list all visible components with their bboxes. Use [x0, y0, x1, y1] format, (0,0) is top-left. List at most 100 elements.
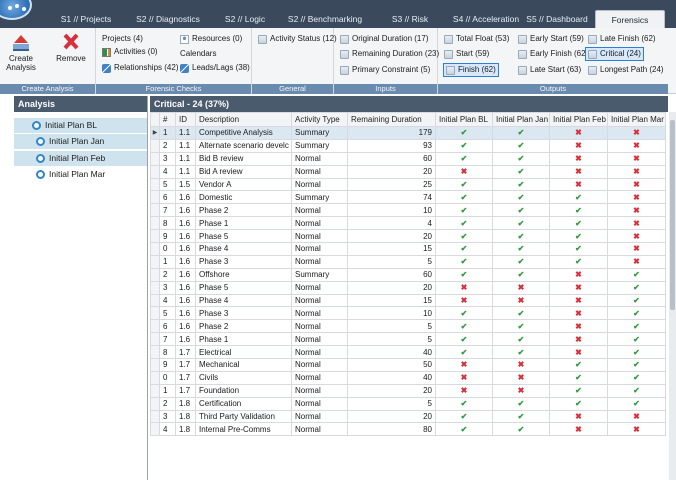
row-selector[interactable]: [150, 383, 160, 398]
row-selector[interactable]: [150, 396, 160, 411]
check-calendars[interactable]: Calendars: [180, 48, 216, 60]
tab-s2-benchmarking[interactable]: S2 // Benchmarking: [280, 10, 370, 28]
col-header-initial-plan-jan[interactable]: Initial Plan Jan: [492, 112, 550, 127]
table-row[interactable]: 3 1.1 Bid B review Normal 60 ✔ ✔ ✖ ✖: [150, 151, 666, 166]
table-row[interactable]: 3 1.8 Third Party Validation Normal 20 ✔ ✔ ✖ ✖: [150, 409, 666, 424]
check-longest-path[interactable]: Longest Path (24): [588, 64, 664, 76]
table-row[interactable]: 1 1.7 Foundation Normal 20 ✖ ✖ ✔ ✔: [150, 383, 666, 398]
col-header-description[interactable]: Description: [195, 112, 292, 127]
tab-s5-dashboard[interactable]: S5 // Dashboard: [524, 10, 590, 28]
col-header-remaining-duration[interactable]: Remaining Duration: [347, 112, 436, 127]
cell-remaining-duration: 5: [347, 332, 436, 347]
check-early-start[interactable]: Early Start (59): [518, 33, 584, 45]
analysis-item-initial-plan-feb[interactable]: Initial Plan Feb: [14, 151, 147, 166]
table-row[interactable]: 4 1.6 Phase 4 Normal 15 ✖ ✖ ✖ ✔: [150, 293, 666, 308]
check-critical[interactable]: Critical (24): [585, 47, 644, 61]
row-selector[interactable]: [150, 409, 160, 424]
row-selector[interactable]: [150, 293, 160, 308]
check-late-finish[interactable]: Late Finish (62): [588, 33, 656, 45]
cell-initial-plan-feb: ✖: [549, 409, 608, 424]
col-header-initial-plan-bl[interactable]: Initial Plan BL: [435, 112, 493, 127]
table-row[interactable]: 8 1.7 Electrical Normal 40 ✔ ✔ ✖ ✔: [150, 345, 666, 360]
check-total-float[interactable]: Total Float (53): [444, 33, 509, 45]
row-selector[interactable]: [150, 306, 160, 321]
col-header-number[interactable]: #: [159, 112, 176, 127]
table-row[interactable]: 9 1.6 Phase 5 Normal 20 ✔ ✔ ✔ ✖: [150, 229, 666, 244]
table-row[interactable]: 5 1.6 Phase 3 Normal 10 ✔ ✔ ✖ ✔: [150, 306, 666, 321]
check-original-duration[interactable]: Original Duration (17): [340, 33, 428, 45]
tab-s4-acceleration[interactable]: S4 // Acceleration: [444, 10, 528, 28]
check-activities[interactable]: Activities (0): [102, 46, 158, 58]
cell-activity-type: Normal: [291, 319, 348, 334]
row-selector[interactable]: [150, 242, 160, 256]
table-row[interactable]: 2 1.8 Certification Normal 5 ✔ ✔ ✔ ✔: [150, 396, 666, 411]
table-row[interactable]: 0 1.6 Phase 4 Normal 15 ✔ ✔ ✔ ✖: [150, 242, 666, 256]
row-selector[interactable]: [150, 267, 160, 282]
row-selector[interactable]: [150, 190, 160, 205]
row-selector[interactable]: [150, 177, 160, 192]
scrollbar-thumb[interactable]: [670, 120, 675, 310]
cell-activity-type: Normal: [291, 164, 348, 179]
table-row[interactable]: 5 1.5 Vendor A Normal 25 ✔ ✔ ✖ ✖: [150, 177, 666, 192]
check-finish[interactable]: Finish (62): [443, 63, 499, 77]
row-selector[interactable]: [150, 345, 160, 360]
tab-s2-logic[interactable]: S2 // Logic: [214, 10, 276, 28]
table-row[interactable]: 1 1.6 Phase 3 Normal 5 ✔ ✔ ✔ ✖: [150, 254, 666, 269]
row-selector[interactable]: [150, 164, 160, 179]
table-row[interactable]: 6 1.6 Phase 2 Normal 5 ✔ ✔ ✖ ✔: [150, 319, 666, 334]
check-start[interactable]: Start (59): [444, 48, 489, 60]
row-selector[interactable]: [150, 319, 160, 334]
row-selector[interactable]: ▶: [150, 126, 160, 140]
analysis-item-initial-plan-jan[interactable]: Initial Plan Jan: [14, 134, 147, 149]
table-row[interactable]: 7 1.6 Phase 2 Normal 10 ✔ ✔ ✔ ✖: [150, 203, 666, 218]
check-resources[interactable]: Resources (0): [180, 33, 242, 45]
row-selector[interactable]: [150, 422, 160, 437]
analysis-item-initial-plan-bl[interactable]: Initial Plan BL: [14, 118, 147, 133]
table-row[interactable]: 2 1.6 Offshore Summary 60 ✔ ✔ ✖ ✔: [150, 267, 666, 282]
table-row[interactable]: 3 1.6 Phase 5 Normal 20 ✖ ✖ ✖ ✔: [150, 280, 666, 295]
row-selector[interactable]: [150, 280, 160, 295]
row-selector[interactable]: [150, 216, 160, 231]
check-leads-lags[interactable]: Leads/Lags (38): [180, 62, 250, 74]
create-analysis-button[interactable]: Create Analysis: [4, 32, 38, 78]
cell-remaining-duration: 74: [347, 190, 436, 205]
cell-id: 1.6: [175, 267, 196, 282]
check-projects[interactable]: Projects (4): [102, 33, 143, 45]
col-header-initial-plan-mar[interactable]: Initial Plan Mar: [607, 112, 666, 127]
check-late-start[interactable]: Late Start (63): [518, 64, 581, 76]
row-selector[interactable]: [150, 229, 160, 244]
table-row[interactable]: 4 1.8 Internal Pre-Comms Normal 80 ✔ ✔ ✖ ✖: [150, 422, 666, 437]
table-row[interactable]: 7 1.6 Phase 1 Normal 5 ✔ ✔ ✖ ✔: [150, 332, 666, 347]
table-row[interactable]: 9 1.7 Mechanical Normal 50 ✖ ✖ ✔ ✔: [150, 358, 666, 372]
row-selector[interactable]: [150, 203, 160, 218]
grid-vertical-scrollbar[interactable]: [669, 112, 676, 480]
check-remaining-duration[interactable]: Remaining Duration (23): [340, 48, 439, 60]
cross-icon: ✖: [575, 283, 582, 293]
row-selector[interactable]: [150, 332, 160, 347]
check-early-finish[interactable]: Early Finish (62): [518, 48, 588, 60]
table-row[interactable]: 2 1.1 Alternate scenario develc Summary 93 ✔ ✔…: [150, 138, 666, 153]
tab-s1-projects[interactable]: S1 // Projects: [50, 10, 122, 28]
table-row[interactable]: 4 1.1 Bid A review Normal 20 ✖ ✔ ✖ ✖: [150, 164, 666, 179]
row-selector[interactable]: [150, 151, 160, 166]
table-row[interactable]: 6 1.6 Domestic Summary 74 ✔ ✔ ✔ ✖: [150, 190, 666, 205]
app-menu-orb[interactable]: [0, 0, 32, 20]
check-primary-constraint[interactable]: Primary Constraint (5): [340, 64, 430, 76]
row-selector[interactable]: [150, 254, 160, 269]
tab-forensics[interactable]: Forensics: [595, 10, 665, 28]
row-selector[interactable]: [150, 370, 160, 385]
tab-s2-diagnostics[interactable]: S2 // Diagnostics: [128, 10, 208, 28]
row-selector[interactable]: [150, 358, 160, 372]
table-row[interactable]: ▶ 1 1.1 Competitive Analysis Summary 179 ✔ ✔ ✖ ✖: [150, 126, 666, 140]
tab-s3-risk[interactable]: S3 // Risk: [382, 10, 438, 28]
check-activity-status[interactable]: Activity Status (12): [258, 33, 337, 45]
table-row[interactable]: 8 1.6 Phase 1 Normal 4 ✔ ✔ ✔ ✖: [150, 216, 666, 231]
col-header-activity-type[interactable]: Activity Type: [291, 112, 348, 127]
remove-button[interactable]: Remove: [54, 32, 88, 78]
table-row[interactable]: 0 1.7 Civils Normal 40 ✖ ✖ ✔ ✔: [150, 370, 666, 385]
row-selector[interactable]: [150, 138, 160, 153]
check-relationships[interactable]: Relationships (42): [102, 62, 178, 74]
col-header-initial-plan-feb[interactable]: Initial Plan Feb: [549, 112, 608, 127]
col-header-id[interactable]: ID: [175, 112, 196, 127]
analysis-item-initial-plan-mar[interactable]: Initial Plan Mar: [14, 167, 147, 182]
